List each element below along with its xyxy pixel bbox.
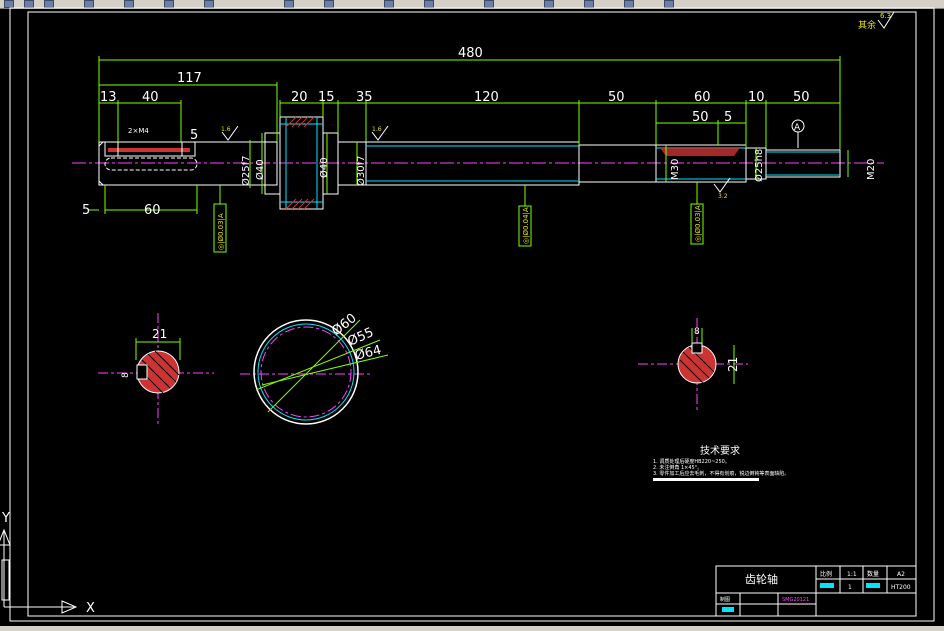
dim-60b: 60	[144, 203, 161, 218]
drawing-canvas[interactable]: 其余 6.3 480 117 13 40 5 20 15 35 120 50 6…	[0, 0, 944, 631]
tech-title: 技术要求	[700, 444, 740, 457]
title-material: HT200	[891, 584, 911, 591]
diameter-texts: Ø25f7 Ø40 Ø40 Ø30f7 M30 Ø25h8 M20	[240, 149, 877, 186]
title-sheet: A2	[897, 571, 905, 578]
title-name: 齿轮轴	[745, 572, 778, 586]
title-v-qty: 1	[848, 584, 852, 591]
dim-overall: 480	[458, 46, 483, 61]
title-h-qty: 数量	[867, 570, 879, 578]
dim-117: 117	[177, 71, 202, 86]
roughness-mark-3-value: 3.2	[718, 193, 728, 200]
section1-width: 21	[152, 327, 167, 341]
title-h-scale: 比例	[820, 570, 832, 578]
dim-10: 10	[748, 90, 765, 105]
dimension-lines	[88, 56, 849, 214]
dim-120: 120	[474, 90, 499, 105]
ucs-icon: X Y	[0, 511, 95, 616]
dim-5c: 5	[82, 203, 90, 218]
dim-35: 35	[356, 90, 373, 105]
section3-depth: 21	[726, 357, 740, 372]
roughness-mark-3-icon	[713, 177, 731, 193]
roughness-value: 6.3	[880, 12, 891, 20]
section3-width: 8	[694, 327, 700, 337]
datum-label: A	[794, 123, 801, 133]
dim-phi30f7: Ø30f7	[355, 156, 367, 186]
dimension-texts: 480 117 13 40 5 20 15 35 120 50 60 10 50…	[82, 46, 810, 218]
tol-frame-3: ◎|Ø0.03|A	[694, 205, 702, 242]
section-view-gear: Ø60 Ø55 Ø64	[240, 311, 389, 425]
roughness-note: 其余	[858, 19, 876, 31]
tech-item-1: 1. 调质处理后硬度HB220~250。	[653, 458, 730, 465]
dim-60a: 60	[694, 90, 711, 105]
keyway-note: 2×M4	[128, 127, 149, 135]
dim-50c: 50	[692, 110, 709, 125]
tolerance-frames: ◎|Ø0.03|A ◎|Ø0.04|A ◎|Ø0.03|A	[213, 203, 704, 253]
ucs-y-label: Y	[1, 511, 10, 526]
dim-20: 20	[291, 90, 308, 105]
section1-depth: 8	[121, 372, 131, 378]
dim-50a: 50	[608, 90, 625, 105]
dim-40: 40	[142, 90, 159, 105]
tech-item-3: 3. 零件加工后应去毛刺，不得有划痕，锐边倒钝等表面缺陷。	[653, 470, 789, 477]
dim-m30: M30	[670, 159, 681, 180]
roughness-mark-2-value: 1.6	[372, 126, 382, 133]
roughness-mark-1-value: 1.6	[221, 126, 231, 133]
tech-requirements: 技术要求 1. 调质处理后硬度HB220~250。 2. 未注倒角 1×45°。…	[653, 444, 789, 481]
dim-phi25h8: Ø25h8	[753, 149, 765, 182]
dim-phi25f7: Ø25f7	[240, 156, 252, 186]
dim-5b: 5	[724, 110, 732, 125]
tech-item-2: 2. 未注倒角 1×45°。	[653, 464, 702, 471]
dim-phi40b: Ø40	[318, 157, 330, 178]
title-v-scale: 1:1	[847, 571, 857, 578]
dim-15: 15	[318, 90, 335, 105]
tol-frame-2: ◎|Ø0.04|A	[522, 207, 530, 244]
status-bar	[0, 626, 944, 631]
title-drawn: 制图	[720, 596, 730, 603]
thread-hatch	[660, 148, 740, 156]
dim-50b: 50	[793, 90, 810, 105]
dim-m20: M20	[866, 159, 877, 180]
ucs-x-label: X	[86, 601, 95, 616]
left-keyway	[104, 141, 198, 171]
section-view-3: 8 21	[638, 318, 748, 410]
title-code: SMG20121	[782, 597, 809, 603]
section-view-1: 21 8	[98, 313, 214, 426]
tol-frame-1: ◎|Ø0.03|A	[217, 213, 225, 250]
title-block: 齿轮轴 比例 1:1 数量 A2 1 HT200 制图 SMG20121	[715, 565, 917, 617]
dim-13: 13	[100, 90, 117, 105]
dim-5a: 5	[190, 128, 198, 143]
dim-phi40a: Ø40	[254, 159, 266, 180]
